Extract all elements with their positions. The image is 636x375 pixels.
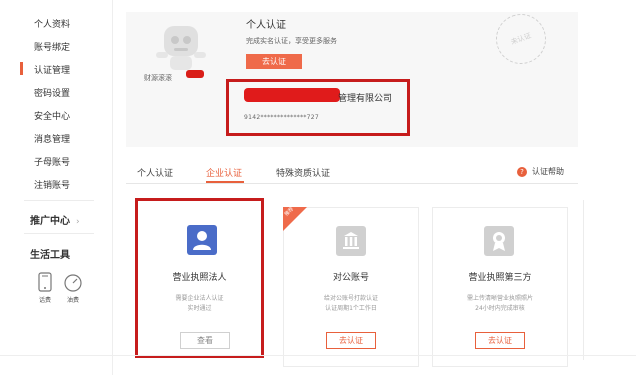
person-icon bbox=[187, 225, 217, 255]
card-title: 营业执照第三方 bbox=[468, 273, 532, 283]
tool-fuel-label: 油费 bbox=[66, 297, 79, 304]
card-desc: 需上传清晰营业执照照片 24小时内完成审核 bbox=[432, 294, 568, 314]
username: 财源滚滚 bbox=[144, 74, 172, 82]
tool-fuel[interactable]: 油费 bbox=[58, 272, 88, 304]
sidebar-divider bbox=[24, 200, 94, 201]
tab-personal-verification[interactable]: 个人认证 bbox=[137, 166, 173, 179]
tab-enterprise-verification[interactable]: 企业认证 bbox=[206, 166, 242, 179]
personal-verification-title: 个人认证 bbox=[246, 20, 286, 31]
card-desc-line: 给对公账号打款认证 bbox=[323, 295, 378, 302]
redaction-mark bbox=[244, 88, 340, 102]
tabs-divider bbox=[126, 183, 578, 184]
card-desc-line: 认证周期1个工作日 bbox=[325, 305, 377, 312]
avatar bbox=[156, 26, 206, 70]
sidebar-item-messages[interactable]: 消息管理 bbox=[34, 132, 70, 145]
sidebar-item-account-binding[interactable]: 账号绑定 bbox=[34, 40, 70, 53]
sidebar-item-profile[interactable]: 个人资料 bbox=[34, 17, 70, 30]
sidebar-item-security[interactable]: 安全中心 bbox=[34, 109, 70, 122]
card-desc: 需要企业法人认证 实时通过 bbox=[135, 294, 264, 314]
personal-verify-button[interactable]: 去认证 bbox=[246, 54, 302, 69]
sidebar-item-cancel-account[interactable]: 注销账号 bbox=[34, 178, 70, 191]
sidebar-item-sub-accounts[interactable]: 子母账号 bbox=[34, 155, 70, 168]
license-number: 9142**************727 bbox=[244, 114, 320, 121]
content-border bbox=[583, 200, 584, 360]
tool-phone[interactable]: 话费 bbox=[30, 272, 60, 304]
sidebar-item-verification[interactable]: 认证管理 bbox=[34, 63, 70, 76]
phone-icon bbox=[38, 272, 52, 292]
chevron-right-icon: › bbox=[76, 217, 80, 227]
life-tools-title: 生活工具 bbox=[30, 250, 70, 261]
company-name: 管理有限公司 bbox=[338, 94, 393, 104]
active-indicator bbox=[20, 62, 23, 75]
promo-center-label: 推广中心 bbox=[30, 216, 70, 227]
view-button[interactable]: 查看 bbox=[180, 332, 230, 349]
help-label: 认证帮助 bbox=[532, 167, 564, 176]
card-desc-line: 24小时内完成审核 bbox=[475, 305, 525, 312]
sidebar: 个人资料 账号绑定 认证管理 密码设置 安全中心 消息管理 子母账号 注销账号 … bbox=[0, 0, 112, 375]
tab-special-qualification[interactable]: 特殊资质认证 bbox=[276, 166, 330, 179]
card-desc: 给对公账号打款认证 认证周期1个工作日 bbox=[283, 294, 419, 314]
help-link[interactable]: ? 认证帮助 bbox=[517, 166, 564, 177]
sidebar-divider bbox=[24, 233, 94, 234]
sidebar-border bbox=[112, 0, 113, 375]
third-party-verify-button[interactable]: 去认证 bbox=[475, 332, 525, 349]
card-title: 营业执照法人 bbox=[172, 273, 227, 283]
gauge-icon bbox=[64, 274, 82, 292]
card-desc-line: 需上传清晰营业执照照片 bbox=[466, 295, 533, 302]
sidebar-item-password[interactable]: 密码设置 bbox=[34, 86, 70, 99]
corporate-verify-button[interactable]: 去认证 bbox=[326, 332, 376, 349]
redaction-mark bbox=[186, 70, 204, 78]
card-desc-line: 实时通过 bbox=[187, 305, 212, 312]
bottom-divider bbox=[0, 355, 636, 356]
sidebar-promo-center[interactable]: 推广中心 › bbox=[30, 212, 80, 227]
badge-icon bbox=[484, 226, 514, 256]
question-icon: ? bbox=[517, 166, 527, 177]
card-title: 对公账号 bbox=[332, 273, 369, 283]
tool-phone-label: 话费 bbox=[38, 297, 51, 304]
bank-icon bbox=[336, 226, 366, 256]
card-desc-line: 需要企业法人认证 bbox=[175, 295, 224, 302]
personal-verification-desc: 完成实名认证，享受更多服务 bbox=[246, 37, 337, 45]
